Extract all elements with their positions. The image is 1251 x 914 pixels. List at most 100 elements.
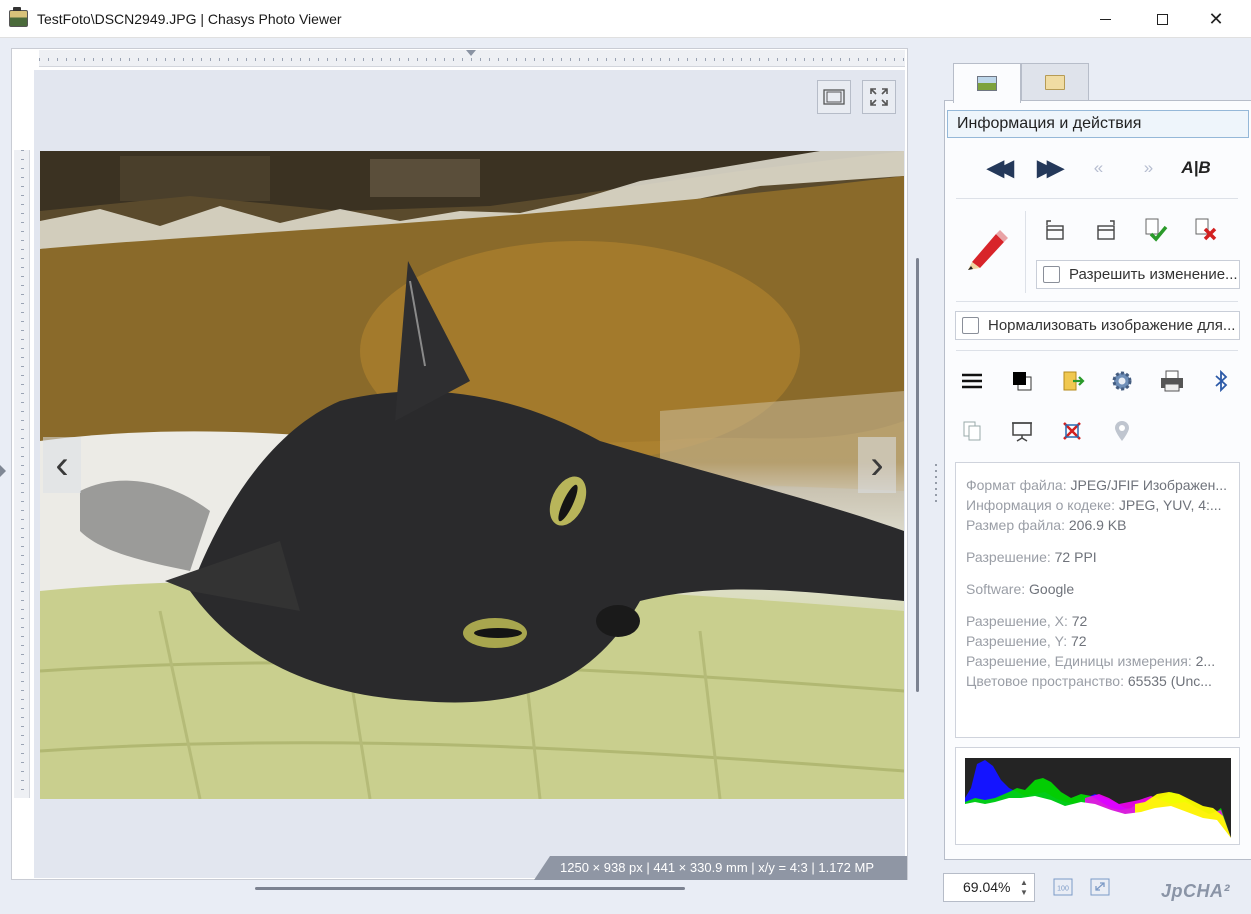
photo-image [40,151,904,799]
first-image-button[interactable]: ◀◀ [982,153,1014,183]
pencil-icon [968,230,1008,270]
previous-image-button[interactable]: ‹ [43,437,81,493]
info-value: JPEG/JFIF Изображен... [1070,477,1228,493]
chevron-left-icon: ‹ [55,442,69,487]
info-label: Формат файла: [966,477,1067,493]
window-title: TestFoto\DSCN2949.JPG | Chasys Photo Vie… [37,11,342,27]
app-logo-icon [9,7,28,27]
minimize-icon [1099,18,1111,20]
divider [956,198,1238,199]
location-button[interactable] [1107,416,1137,446]
minimize-button[interactable] [1082,0,1128,38]
compare-ab-icon: A|B [1181,158,1211,177]
expand-icon [870,88,888,106]
info-value: 206.9 KB [1068,517,1127,533]
compare-button[interactable]: A|B [1181,153,1211,183]
info-row: Software: Google [966,579,1232,599]
delete-file-button[interactable] [1057,416,1087,446]
horizontal-scrollbar[interactable] [255,887,685,890]
splitter-grip-icon[interactable] [933,462,939,502]
last-image-button[interactable]: ▶▶ [1032,153,1064,183]
presentation-icon [1012,422,1032,442]
printer-icon [1161,370,1183,392]
bluetooth-icon [1215,370,1228,392]
edit-button[interactable] [960,222,1012,274]
fit-screen-button[interactable] [1089,876,1111,898]
copy-button[interactable] [957,416,987,446]
zoom-100-button[interactable]: 100 [1052,876,1074,898]
rotate-left-button[interactable] [1040,215,1070,245]
slideshow-button[interactable] [1007,416,1037,446]
print-button[interactable] [1157,366,1187,396]
info-value: Google [1029,581,1075,597]
previous-page-button[interactable]: « [1082,153,1112,183]
fit-screen-icon [1090,878,1110,896]
histogram [965,758,1231,838]
background-color-button[interactable] [1007,366,1037,396]
left-ruler [14,150,30,798]
info-row: Разрешение, Единицы измерения: 2... [966,651,1232,671]
photo-content [40,151,904,799]
settings-button[interactable] [1107,366,1137,396]
zoom-spinner-icon[interactable]: ▲ ▼ [1018,878,1030,898]
move-file-button[interactable] [1058,366,1088,396]
rotate-right-button[interactable] [1091,215,1121,245]
color-swatch-icon [1013,372,1032,391]
ruler-position-marker-icon [466,50,476,56]
histogram-graph [965,760,1231,838]
allow-edit-label: Разрешить изменение... [1069,266,1238,283]
gear-icon [1112,371,1132,391]
rotate-right-icon [1097,220,1115,240]
discard-x-icon [1195,218,1217,241]
info-label: Разрешение: [966,549,1051,565]
panel-header[interactable]: Информация и действия [947,110,1249,138]
map-pin-icon [1115,421,1129,441]
fast-forward-icon: ▶▶ [1037,155,1064,180]
panel-collapse-marker-icon[interactable] [0,465,6,477]
title-bar: TestFoto\DSCN2949.JPG | Chasys Photo Vie… [0,0,1251,38]
allow-edit-checkbox[interactable]: Разрешить изменение... [1036,260,1240,289]
info-label: Разрешение, Единицы измерения: [966,653,1192,669]
bluetooth-button[interactable] [1206,366,1236,396]
double-chevron-left-icon: « [1093,158,1104,177]
folder-icon [1045,75,1065,90]
info-row: Размер файла: 206.9 KB [966,515,1232,535]
info-value: 72 PPI [1054,549,1097,565]
maximize-button[interactable] [1139,0,1185,38]
double-chevron-right-icon: » [1143,158,1154,177]
divider [956,350,1238,351]
fit-width-icon [823,89,845,105]
tab-image-info[interactable] [953,63,1021,103]
info-value: 2... [1195,653,1216,669]
tab-folder[interactable] [1021,63,1089,101]
save-changes-button[interactable] [1141,215,1171,245]
normalize-checkbox[interactable]: Нормализовать изображение для... [955,311,1240,340]
vertical-scrollbar[interactable] [916,258,919,692]
close-icon: ✕ [1208,9,1224,29]
next-image-button[interactable]: › [858,437,896,493]
hamburger-menu-icon [962,373,982,389]
info-label: Информация о кодеке: [966,497,1115,513]
info-row: Информация о кодеке: JPEG, YUV, 4:... [966,495,1232,515]
info-row: Разрешение, X: 72 [966,611,1232,631]
info-value: JPEG, YUV, 4:... [1118,497,1222,513]
fullscreen-button[interactable] [862,80,896,114]
zoom-100-label: 100 [1057,886,1069,893]
maximize-icon [1156,13,1168,25]
fit-to-window-button[interactable] [817,80,851,114]
copy-icon [963,421,981,441]
info-label: Разрешение, X: [966,613,1068,629]
jpcha-logo: JpCHA² [1161,881,1230,901]
info-label: Размер файла: [966,517,1065,533]
info-row: Цветовое пространство: 65535 (Unc... [966,671,1232,691]
next-page-button[interactable]: » [1132,153,1162,183]
checkbox-icon [1043,266,1060,283]
discard-changes-button[interactable] [1191,215,1221,245]
info-value: 72 [1070,633,1087,649]
divider-vertical [1025,211,1026,293]
menu-button[interactable] [957,366,987,396]
info-row: Формат файла: JPEG/JFIF Изображен... [966,475,1232,495]
rewind-icon: ◀◀ [987,155,1014,180]
close-button[interactable]: ✕ [1193,0,1239,38]
info-row: Разрешение: 72 PPI [966,547,1232,567]
